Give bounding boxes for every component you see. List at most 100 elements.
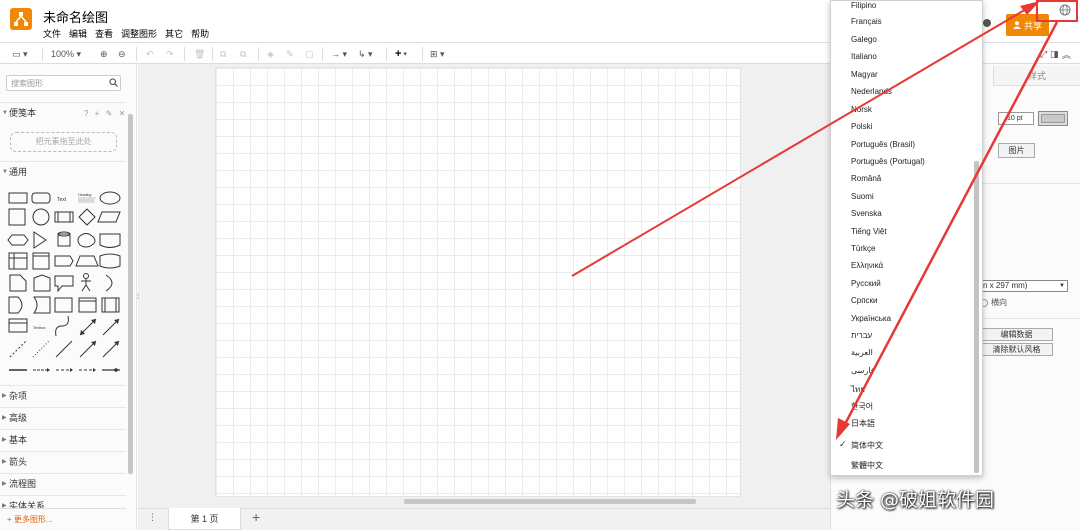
language-option[interactable]: Српски (851, 296, 878, 305)
add-page-icon[interactable]: + (252, 509, 260, 525)
expand-triangle-icon: ▶ (2, 437, 7, 443)
language-option[interactable]: Galego (851, 35, 877, 44)
language-option[interactable]: Français (851, 17, 882, 26)
language-option[interactable]: Nederlands (851, 87, 892, 96)
format-panel-toggle-icon[interactable]: ▭ ▾ (12, 47, 28, 61)
search-icon[interactable] (109, 78, 118, 87)
undo-icon[interactable]: ↶ (146, 47, 154, 61)
menu-view[interactable]: 查看 (95, 27, 113, 40)
language-option[interactable]: Filipino (851, 1, 876, 10)
zoom-in-icon[interactable]: ⊕ (100, 47, 108, 61)
language-option[interactable]: Українська (851, 314, 891, 323)
menu-edit[interactable]: 编辑 (69, 27, 87, 40)
fullscreen-icon[interactable]: ⤢ (1040, 47, 1047, 61)
note-shape (9, 274, 27, 292)
pages-menu-icon[interactable]: ⋮ (148, 512, 157, 523)
menu-help[interactable]: 帮助 (191, 27, 209, 40)
language-option[interactable]: Suomi (851, 192, 874, 201)
panel-toggle-icon[interactable]: ◨ (1050, 47, 1059, 61)
language-option[interactable]: Tiếng Việt (851, 227, 887, 236)
menu-file[interactable]: 文件 (43, 27, 61, 40)
menu-extras[interactable]: 其它 (165, 27, 183, 40)
language-option[interactable]: 日本語 (851, 418, 875, 429)
shadow-icon[interactable]: ▢ (305, 47, 314, 61)
drawio-logo (10, 8, 32, 30)
parallelogram-shape (97, 211, 121, 223)
insert-icon[interactable]: + ▾ (395, 47, 407, 61)
language-option[interactable]: ไทย (851, 383, 865, 396)
more-shapes-button[interactable]: + 更多图形... (0, 508, 126, 530)
document-title[interactable]: 未命名绘图 (43, 7, 108, 26)
basic-section[interactable]: ▶ 基本 (0, 429, 126, 449)
category-label: 杂项 (9, 391, 28, 401)
language-option[interactable]: Norsk (851, 105, 872, 114)
zoom-select[interactable]: 100% ▾ (51, 47, 81, 61)
half-circle-shape (105, 274, 113, 292)
line-color-icon[interactable]: ✎ (286, 47, 294, 61)
to-back-icon[interactable]: ⧉ (240, 47, 246, 61)
misc-section[interactable]: ▶ 杂项 (0, 385, 126, 405)
arrows-section[interactable]: ▶ 箭头 (0, 451, 126, 471)
settings-icon[interactable] (983, 19, 991, 27)
font-size-field[interactable]: 10 pt (998, 112, 1034, 125)
scratchpad-tools[interactable]: ? + ✎ ✕ (84, 109, 127, 118)
language-option[interactable]: Svenska (851, 209, 882, 218)
toolbar-separator (386, 47, 387, 61)
drawing-page[interactable] (215, 67, 741, 497)
clear-default-style-button[interactable]: 清除默认风格 (980, 343, 1053, 356)
image-button[interactable]: 图片 (998, 143, 1035, 158)
tab-style[interactable]: 样式 (993, 66, 1080, 86)
language-menu-scrollbar[interactable] (974, 161, 979, 473)
toolbar-separator (184, 47, 185, 61)
actor-shape (83, 273, 89, 279)
collapse-icon[interactable]: ︽ (1062, 47, 1071, 61)
internal-storage-shape (54, 297, 73, 313)
sidebar-scrollbar[interactable] (128, 114, 133, 474)
redo-icon[interactable]: ↷ (166, 47, 174, 61)
horizontal-scrollbar[interactable] (404, 499, 696, 504)
delete-icon[interactable]: 🗑 (194, 47, 205, 61)
general-shapes-palette[interactable]: Text Heading Textbox (6, 188, 124, 388)
search-input[interactable]: 搜索图形 (6, 75, 121, 91)
language-option[interactable]: Italiano (851, 52, 877, 61)
language-option-selected[interactable]: 简体中文 (851, 440, 883, 451)
general-section[interactable]: ▼ 通用 (0, 161, 126, 181)
edit-data-button[interactable]: 编辑数据 (980, 328, 1053, 341)
language-option[interactable]: Ελληνικά (851, 261, 883, 270)
language-option[interactable]: Polski (851, 122, 872, 131)
language-option[interactable]: Русский (851, 279, 881, 288)
language-option[interactable]: עברית (851, 331, 872, 340)
container-shape (8, 252, 28, 270)
expand-triangle-icon: ▶ (2, 459, 7, 465)
zoom-out-icon[interactable]: ⊖ (118, 47, 126, 61)
paper-size-select[interactable]: n x 297 mm) ▼ (980, 280, 1068, 292)
menu-arrange[interactable]: 调整图形 (121, 27, 157, 40)
language-option[interactable]: Română (851, 174, 881, 183)
scratchpad-dropzone[interactable]: 把元素拖至此处 (10, 132, 117, 152)
language-option[interactable]: 繁體中文 (851, 460, 883, 471)
language-option[interactable]: العربية (851, 348, 873, 357)
user-icon (1012, 21, 1021, 29)
triangle-shape (33, 231, 47, 249)
toolbar-separator (322, 47, 323, 61)
language-option[interactable]: Português (Brasil) (851, 140, 915, 149)
fill-color-icon[interactable]: ◈ (267, 47, 274, 61)
language-option[interactable]: Português (Portugal) (851, 157, 925, 166)
table-icon[interactable]: ⊞ ▾ (430, 47, 445, 61)
sidebar-collapse-handle-icon[interactable]: ⁞ (137, 294, 139, 301)
connection-icon[interactable]: → ▾ (331, 47, 347, 61)
tab-page-1[interactable]: 第 1 页 (168, 508, 241, 530)
advanced-section[interactable]: ▶ 高级 (0, 407, 126, 427)
language-option[interactable]: Türkçe (851, 244, 875, 253)
language-option[interactable]: فارسی (851, 366, 875, 375)
collapse-triangle-icon: ▼ (2, 169, 8, 175)
language-option[interactable]: Magyar (851, 70, 878, 79)
toolbar-separator (422, 47, 423, 61)
landscape-option[interactable]: 横向 (980, 297, 1007, 308)
waypoints-icon[interactable]: ↳ ▾ (358, 47, 373, 61)
flowchart-section[interactable]: ▶ 流程图 (0, 473, 126, 493)
language-option[interactable]: 한국어 (851, 401, 873, 412)
scratchpad-title: 便笺本 (9, 108, 37, 118)
background-color-picker[interactable] (1038, 111, 1068, 126)
to-front-icon[interactable]: ⧉ (220, 47, 226, 61)
